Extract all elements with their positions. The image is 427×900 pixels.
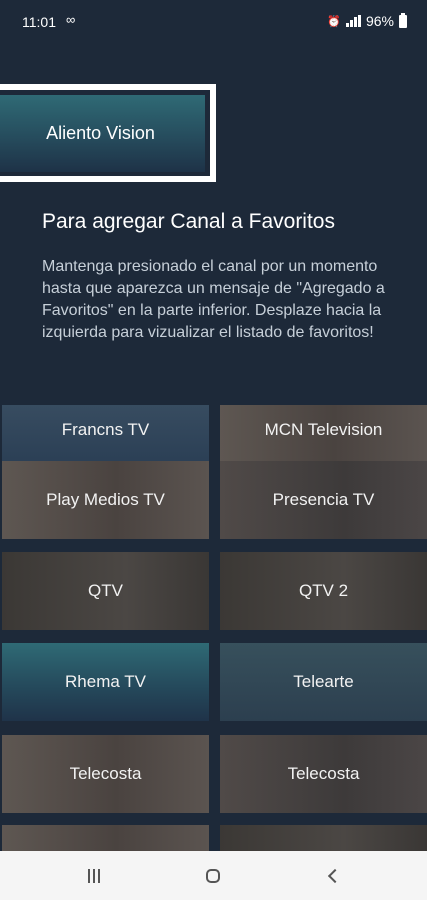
alarm-icon: ⏰ <box>327 15 341 28</box>
channel-tile[interactable]: Francns TV <box>2 405 209 469</box>
home-button[interactable] <box>183 851 243 900</box>
channel-tile[interactable]: Telecosta <box>2 735 209 813</box>
recents-icon <box>88 868 100 883</box>
system-nav-bar <box>0 851 427 900</box>
channel-tile[interactable]: QTV <box>2 552 209 630</box>
channel-label: Rhema TV <box>65 672 146 691</box>
channel-tile[interactable] <box>220 825 427 851</box>
hint-title: Para agregar Canal a Favoritos <box>42 210 335 233</box>
highlighted-channel-tile[interactable]: Aliento Vision <box>0 95 205 172</box>
recents-button[interactable] <box>64 851 124 900</box>
signal-icon <box>345 15 361 27</box>
status-indicators: ⏰ 96% <box>327 12 407 29</box>
channel-label: QTV 2 <box>298 581 349 600</box>
battery-percent: 96% <box>365 13 394 29</box>
highlight-frame: Aliento Vision <box>0 84 216 182</box>
channel-tile[interactable]: Play Medios TV <box>2 461 209 539</box>
back-button[interactable] <box>302 851 362 900</box>
channel-label: Francns TV <box>61 420 150 439</box>
link-icon: ∞ <box>66 12 76 27</box>
channel-label: QTV <box>88 581 123 600</box>
channel-grid: Francns TV MCN Television Play Medios TV… <box>0 405 427 851</box>
status-time: 11:01 <box>22 14 56 30</box>
channel-tile[interactable]: Telearte <box>220 643 427 721</box>
home-icon <box>206 868 220 883</box>
channel-label: Telecosta <box>287 764 360 783</box>
status-bar: 11:01 ∞ ⏰ 96% <box>0 0 427 44</box>
highlighted-channel-label: Aliento Vision <box>46 123 155 143</box>
channel-tile[interactable]: Rhema TV <box>2 643 209 721</box>
back-icon <box>327 868 343 883</box>
hint-body: Mantenga presionado el canal por un mome… <box>42 258 385 341</box>
channel-label: Presencia TV <box>272 490 375 509</box>
tutorial-overlay[interactable]: Aliento Vision Para agregar Canal a Favo… <box>0 44 427 405</box>
channel-tile[interactable]: MCN Television <box>220 405 427 469</box>
channel-label: MCN Television <box>264 420 383 439</box>
battery-icon <box>399 12 407 28</box>
channel-tile[interactable] <box>2 825 209 851</box>
channel-label: Telearte <box>293 672 354 691</box>
channel-tile[interactable]: Presencia TV <box>220 461 427 539</box>
channel-tile[interactable]: Telecosta <box>220 735 427 813</box>
channel-tile[interactable]: QTV 2 <box>220 552 427 630</box>
channel-label: Play Medios TV <box>46 490 165 509</box>
channel-label: Telecosta <box>69 764 142 783</box>
